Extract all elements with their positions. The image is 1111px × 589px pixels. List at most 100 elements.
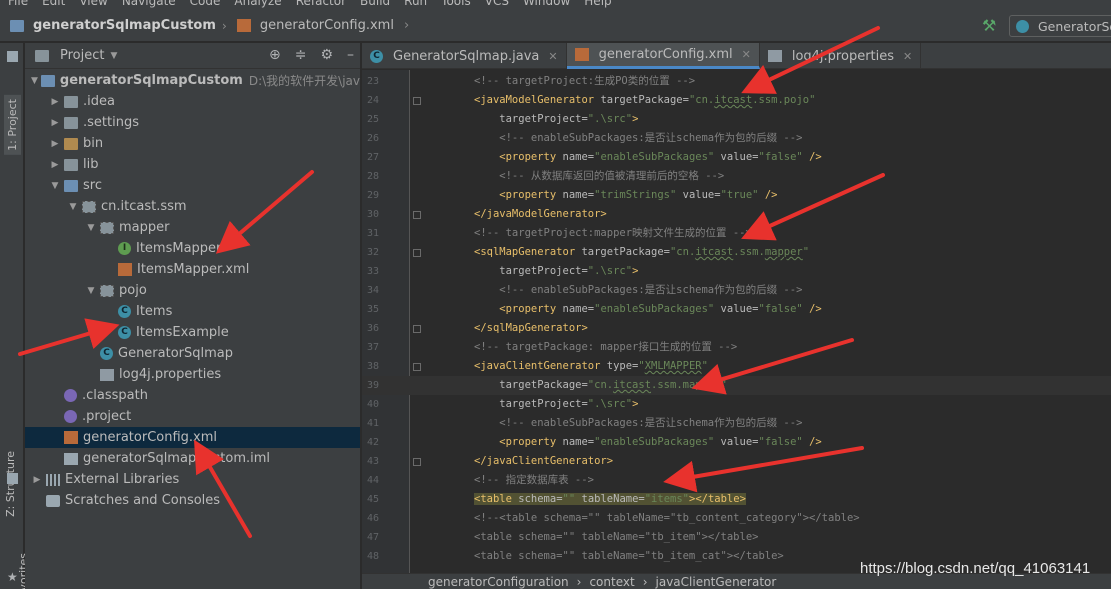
tree-item[interactable]: .project	[25, 406, 360, 427]
tree-item[interactable]: ▶ .settings	[25, 112, 360, 133]
menu-item[interactable]: File	[8, 0, 28, 10]
code-line[interactable]: 31 <!-- targetProject:mapper映射文件生成的位置 -->	[362, 224, 1111, 243]
code-line[interactable]: 46 <!--<table schema="" tableName="tb_con…	[362, 509, 1111, 528]
breadcrumb-item[interactable]: context	[589, 574, 634, 589]
chevron-right-icon[interactable]: ▶	[49, 160, 61, 170]
editor-tab[interactable]: log4j.properties ✕	[760, 43, 922, 69]
star-icon[interactable]: ★	[7, 570, 18, 584]
chevron-right-icon[interactable]: ▶	[49, 97, 61, 107]
code-line[interactable]: 28 <!-- 从数据库返回的值被清理前后的空格 -->	[362, 167, 1111, 186]
code-line[interactable]: 38 <javaClientGenerator type="XMLMAPPER"	[362, 357, 1111, 376]
code-line[interactable]: 39 targetPackage="cn.itcast.ssm.mapper"	[362, 376, 1111, 395]
code-line[interactable]: 40 targetProject=".\src">	[362, 395, 1111, 414]
menu-item[interactable]: VCS	[485, 0, 509, 10]
fold-icon[interactable]	[413, 249, 421, 257]
tree-item[interactable]: C Items	[25, 301, 360, 322]
code-line[interactable]: 43 </javaClientGenerator>	[362, 452, 1111, 471]
collapse-all-icon[interactable]: ≑	[295, 47, 307, 63]
tree-item[interactable]: ▶ lib	[25, 154, 360, 175]
close-icon[interactable]: ✕	[548, 50, 557, 63]
navigation-bar: generatorSqlmapCustom › generatorConfig.…	[0, 10, 1111, 42]
project-tool-icon[interactable]	[7, 51, 18, 62]
tree-item[interactable]: C ItemsExample	[25, 322, 360, 343]
breadcrumb-item[interactable]: javaClientGenerator	[656, 574, 777, 589]
menu-item[interactable]: Refactor	[296, 0, 346, 10]
tree-item[interactable]: generatorConfig.xml	[25, 427, 360, 448]
code-line[interactable]: 41 <!-- enableSubPackages:是否让schema作为包的后…	[362, 414, 1111, 433]
tree-item[interactable]: Scratches and Consoles	[25, 490, 360, 511]
tree-item[interactable]: I ItemsMapper	[25, 238, 360, 259]
code-line[interactable]: 27 <property name="enableSubPackages" va…	[362, 148, 1111, 167]
menu-item[interactable]: Run	[404, 0, 427, 10]
chevron-right-icon[interactable]: ▶	[49, 118, 61, 128]
tree-item[interactable]: generatorSqlmapCustom.iml	[25, 448, 360, 469]
fold-icon[interactable]	[413, 97, 421, 105]
tree-item[interactable]: ▶ bin	[25, 133, 360, 154]
chevron-down-icon[interactable]: ▼	[85, 286, 97, 296]
chevron-down-icon[interactable]: ▼	[31, 76, 38, 86]
structure-tool-icon[interactable]	[7, 473, 18, 484]
fold-icon[interactable]	[413, 458, 421, 466]
tree-item[interactable]: ▼ src	[25, 175, 360, 196]
code-line[interactable]: 29 <property name="trimStrings" value="t…	[362, 186, 1111, 205]
chevron-down-icon[interactable]: ▼	[85, 223, 97, 233]
editor-tab[interactable]: generatorConfig.xml ✕	[566, 43, 760, 69]
tool-tab-project[interactable]: 1: Project	[4, 95, 21, 155]
tree-item[interactable]: log4j.properties	[25, 364, 360, 385]
code-line[interactable]: 37 <!-- targetPackage: mapper接口生成的位置 -->	[362, 338, 1111, 357]
menu-item[interactable]: View	[79, 0, 107, 10]
menu-item[interactable]: Window	[523, 0, 570, 10]
code-line[interactable]: 32 <sqlMapGenerator targetPackage="cn.itc…	[362, 243, 1111, 262]
tree-item[interactable]: ▶ External Libraries	[25, 469, 360, 490]
menu-item[interactable]: Code	[190, 0, 221, 10]
menu-item[interactable]: Help	[584, 0, 611, 10]
chevron-right-icon[interactable]: ▶	[49, 139, 61, 149]
close-icon[interactable]: ✕	[742, 48, 751, 61]
breadcrumb-item[interactable]: generatorConfiguration	[428, 574, 569, 589]
tree-item[interactable]: .classpath	[25, 385, 360, 406]
close-icon[interactable]: ✕	[903, 50, 912, 63]
nav-project[interactable]: generatorSqlmapCustom	[0, 18, 216, 33]
tree-item[interactable]: ▼ generatorSqlmapCustom D:\我的软件开发\java_we	[25, 70, 360, 91]
code-line[interactable]: 34 <!-- enableSubPackages:是否让schema作为包的后…	[362, 281, 1111, 300]
chevron-right-icon[interactable]: ▶	[31, 475, 43, 485]
chevron-down-icon[interactable]: ▼	[110, 51, 117, 61]
tree-item[interactable]: ▼ cn.itcast.ssm	[25, 196, 360, 217]
code-line[interactable]: 33 targetProject=".\src">	[362, 262, 1111, 281]
code-line[interactable]: 42 <property name="enableSubPackages" va…	[362, 433, 1111, 452]
tree-item[interactable]: ▶ .idea	[25, 91, 360, 112]
tree-item[interactable]: ▼ pojo	[25, 280, 360, 301]
code-line[interactable]: 44 <!-- 指定数据库表 -->	[362, 471, 1111, 490]
nav-file[interactable]: generatorConfig.xml ›	[227, 18, 409, 33]
chevron-down-icon[interactable]: ▼	[49, 181, 61, 191]
tree-item[interactable]: ▼ mapper	[25, 217, 360, 238]
fold-icon[interactable]	[413, 363, 421, 371]
editor-tab[interactable]: C GeneratorSqlmap.java ✕	[362, 43, 567, 69]
code-line[interactable]: 25 targetProject=".\src">	[362, 110, 1111, 129]
fold-icon[interactable]	[413, 325, 421, 333]
menu-item[interactable]: Analyze	[234, 0, 281, 10]
fold-icon[interactable]	[413, 211, 421, 219]
locate-icon[interactable]: ⊕	[269, 47, 281, 63]
code-line[interactable]: 30 </javaModelGenerator>	[362, 205, 1111, 224]
tree-item[interactable]: C GeneratorSqlmap	[25, 343, 360, 364]
menu-item[interactable]: Tools	[441, 0, 471, 10]
code-line[interactable]: 26 <!-- enableSubPackages:是否让schema作为包的后…	[362, 129, 1111, 148]
project-panel-title[interactable]: Project	[60, 48, 104, 63]
chevron-down-icon[interactable]: ▼	[67, 202, 79, 212]
gear-icon[interactable]: ⚙	[320, 47, 333, 63]
code-line[interactable]: 24 <javaModelGenerator targetPackage="cn.…	[362, 91, 1111, 110]
code-editor[interactable]: 23 <!-- targetProject:生成PO类的位置 --> 24 <java…	[362, 70, 1111, 573]
menu-item[interactable]: Edit	[42, 0, 65, 10]
code-line[interactable]: 45 <table schema="" tableName="items"></t…	[362, 490, 1111, 509]
menu-item[interactable]: Navigate	[122, 0, 176, 10]
menu-item[interactable]: Build	[360, 0, 390, 10]
code-line[interactable]: 35 <property name="enableSubPackages" va…	[362, 300, 1111, 319]
hide-icon[interactable]: –	[347, 47, 354, 63]
run-configuration-select[interactable]: GeneratorSq	[1009, 15, 1111, 37]
code-line[interactable]: 47 <table schema="" tableName="tb_item"><…	[362, 528, 1111, 547]
build-hammer-icon[interactable]: ⚒	[982, 16, 996, 35]
code-line[interactable]: 23 <!-- targetProject:生成PO类的位置 -->	[362, 72, 1111, 91]
code-line[interactable]: 36 </sqlMapGenerator>	[362, 319, 1111, 338]
tree-item[interactable]: ItemsMapper.xml	[25, 259, 360, 280]
